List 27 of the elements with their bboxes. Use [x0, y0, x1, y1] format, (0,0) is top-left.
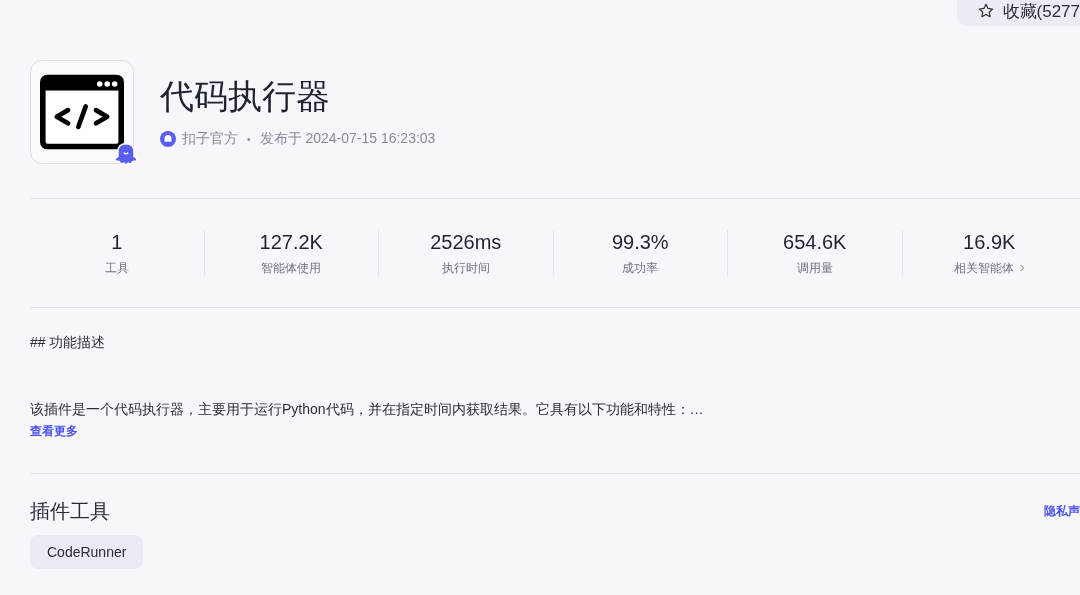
stat-value: 2526ms [430, 230, 502, 254]
stat-value: 99.3% [611, 230, 669, 254]
stat-link[interactable]: 相关智能体 [953, 260, 1025, 276]
separator-dot: • [247, 133, 251, 145]
privacy-link[interactable]: 隐私声 [1044, 502, 1080, 520]
stat-value: 654.6K [783, 230, 847, 254]
favorite-button[interactable]: 收藏(5277 [956, 0, 1080, 26]
plugin-title: 代码执行器 [160, 76, 331, 116]
stat-value: 16.9K [963, 230, 1016, 254]
author-avatar-icon [160, 131, 176, 147]
star-icon [976, 2, 995, 20]
description-heading: ## 功能描述 [30, 333, 107, 352]
stat-label: 调用量 [796, 260, 833, 276]
description-text: 该插件是一个代码执行器，主要用于运行Python代码，并在指定时间内获取结果。它具有以下功能和特性：… [30, 400, 705, 419]
stat-label: 成功率 [622, 260, 659, 276]
show-more-link[interactable]: 查看更多 [30, 423, 78, 439]
stat-label: 工具 [104, 260, 129, 276]
stat-label: 智能体使用 [261, 260, 322, 276]
author-name[interactable]: 扣子官方 [182, 130, 238, 148]
publish-date: 发布于 2024-07-15 16:23:03 [259, 130, 436, 148]
chevron-right-icon [1018, 263, 1025, 273]
section-title: 插件工具 [30, 499, 110, 524]
stat-label: 执行时间 [441, 260, 490, 276]
code-window-icon [40, 74, 124, 150]
stat-value: 127.2K [259, 230, 323, 254]
stat-value: 1 [111, 230, 123, 254]
tool-chip[interactable]: CodeRunner [30, 535, 144, 569]
